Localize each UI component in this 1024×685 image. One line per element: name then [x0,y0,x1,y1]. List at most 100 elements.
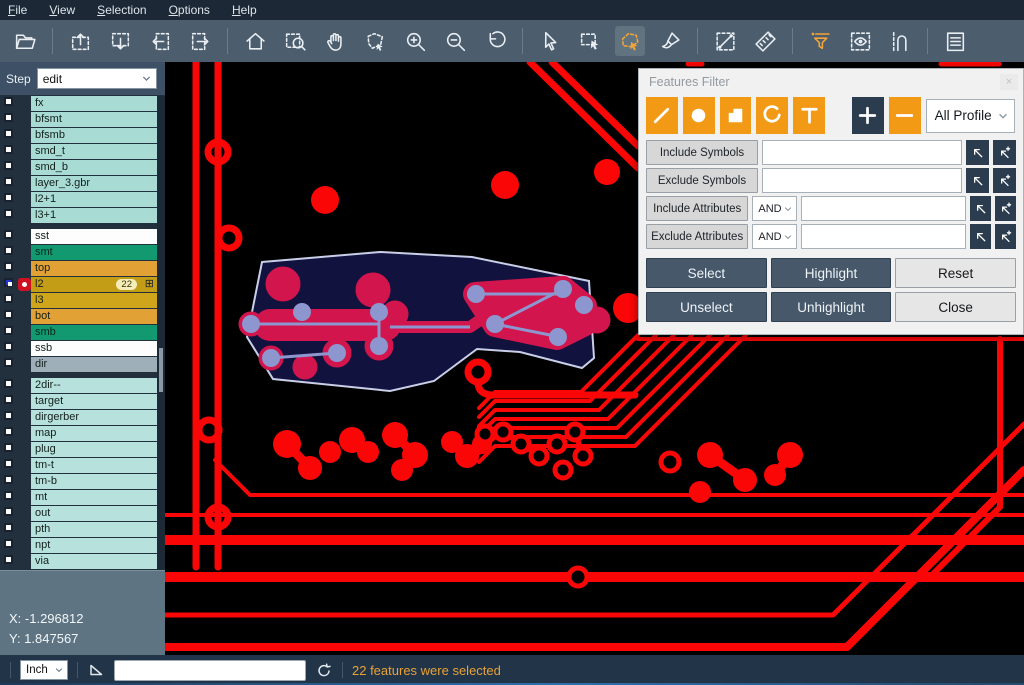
layer-name[interactable]: smb [31,325,157,340]
menu-view[interactable]: View [49,3,75,17]
layer-visibility-checkbox[interactable] [4,555,13,564]
scroll-right-icon[interactable] [185,26,215,56]
text-filter-button[interactable] [793,97,825,134]
layer-row-l2+1[interactable]: l2+1 [0,192,157,207]
layer-row-target[interactable]: target [0,394,157,409]
layer-visibility-checkbox[interactable] [4,326,13,335]
layer-scrollbar[interactable] [157,96,165,570]
layer-name[interactable]: top [31,261,157,276]
layer-visibility-checkbox[interactable] [4,523,13,532]
layer-name[interactable]: l222⊞ [31,277,157,292]
open-folder-icon[interactable] [10,26,40,56]
layer-row-mt[interactable]: mt [0,490,157,505]
layer-visibility-checkbox[interactable] [4,443,13,452]
unhighlight-button[interactable]: Unhighlight [771,292,892,322]
layer-row-smd_b[interactable]: smd_b [0,160,157,175]
scrollbar-thumb[interactable] [159,348,163,392]
zoom-polygon-icon[interactable] [360,26,390,56]
zoom-in-icon[interactable] [400,26,430,56]
display-options-icon[interactable] [845,26,875,56]
unselect-button[interactable]: Unselect [646,292,767,322]
dialog-titlebar[interactable]: Features Filter × [639,69,1023,95]
layer-visibility-checkbox[interactable] [4,310,13,319]
layers-table-icon[interactable] [940,26,970,56]
exclude-attributes-button[interactable]: Exclude Attributes [646,224,748,249]
select-rectangle-icon[interactable] [575,26,605,56]
add-filter-button[interactable] [852,97,884,134]
menu-options[interactable]: Options [169,3,210,17]
layer-row-out[interactable]: out [0,506,157,521]
exclude-attributes-pick-add-button[interactable] [995,224,1016,249]
features-filter-icon[interactable] [805,26,835,56]
menu-help[interactable]: Help [232,3,257,17]
layer-name[interactable]: layer_3.gbr [31,176,157,191]
snap-corner-icon[interactable] [87,661,105,679]
layer-name[interactable]: tm-b [31,474,157,489]
include-symbols-pick-add-button[interactable] [993,140,1016,165]
zoom-out-icon[interactable] [440,26,470,56]
layer-visibility-checkbox[interactable] [4,278,13,287]
layer-name[interactable]: ssb [31,341,157,356]
layer-visibility-checkbox[interactable] [4,411,13,420]
layer-row-ssb[interactable]: ssb [0,341,157,356]
layer-name[interactable]: smd_b [31,160,157,175]
zoom-window-icon[interactable] [280,26,310,56]
layer-row-bfsmt[interactable]: bfsmt [0,112,157,127]
layer-visibility-checkbox[interactable] [4,395,13,404]
layer-row-tm-t[interactable]: tm-t [0,458,157,473]
layer-visibility-checkbox[interactable] [4,246,13,255]
layer-row-layer_3.gbr[interactable]: layer_3.gbr [0,176,157,191]
include-symbols-pick-button[interactable] [966,140,989,165]
close-button[interactable]: Close [895,292,1016,322]
layer-row-npt[interactable]: npt [0,538,157,553]
profile-selector[interactable]: All Profile [926,99,1015,133]
layer-row-l2[interactable]: l222⊞ [0,277,157,292]
refresh-icon[interactable] [315,661,333,679]
ruler-icon[interactable] [750,26,780,56]
layer-row-top[interactable]: top [0,261,157,276]
layer-row-l3+1[interactable]: l3+1 [0,208,157,223]
select-polygon-icon[interactable] [615,26,645,56]
layer-visibility-checkbox[interactable] [4,539,13,548]
layer-name[interactable]: l3 [31,293,157,308]
layer-row-smd_t[interactable]: smd_t [0,144,157,159]
layer-name[interactable]: via [31,554,157,569]
lines-filter-button[interactable] [646,97,678,134]
exclude-attributes-operator-select[interactable]: AND [752,224,797,249]
exclude-attributes-pick-button[interactable] [970,224,991,249]
command-input[interactable] [114,660,306,681]
menu-file[interactable]: File [8,3,27,17]
layer-name[interactable]: bfsmt [31,112,157,127]
layer-visibility-checkbox[interactable] [4,129,13,138]
mass-modify-brush-icon[interactable] [655,26,685,56]
layer-row-bfsmb[interactable]: bfsmb [0,128,157,143]
layer-visibility-checkbox[interactable] [4,358,13,367]
layer-row-dirgerber[interactable]: dirgerber [0,410,157,425]
surfaces-filter-button[interactable] [720,97,752,134]
highlight-button[interactable]: Highlight [771,258,892,288]
unit-selector[interactable]: Inch [20,660,68,680]
layer-name[interactable]: target [31,394,157,409]
layer-row-tm-b[interactable]: tm-b [0,474,157,489]
include-attributes-operator-select[interactable]: AND [752,196,797,221]
layer-visibility-checkbox[interactable] [4,97,13,106]
include-attributes-button[interactable]: Include Attributes [646,196,748,221]
layer-visibility-checkbox[interactable] [4,507,13,516]
exclude-symbols-button[interactable]: Exclude Symbols [646,168,758,193]
scroll-left-icon[interactable] [145,26,175,56]
net-trace-icon[interactable] [885,26,915,56]
home-view-icon[interactable] [240,26,270,56]
exclude-symbols-pick-button[interactable] [966,168,989,193]
active-layer-indicator[interactable] [18,278,31,291]
layer-visibility-checkbox[interactable] [4,342,13,351]
measure-distance-icon[interactable] [710,26,740,56]
layer-name[interactable]: dir [31,357,157,372]
layer-visibility-checkbox[interactable] [4,113,13,122]
layer-row-smt[interactable]: smt [0,245,157,260]
layer-name[interactable]: mt [31,490,157,505]
layer-name[interactable]: pth [31,522,157,537]
layer-visibility-checkbox[interactable] [4,193,13,202]
exclude-symbols-input[interactable] [762,168,962,193]
include-attributes-pick-add-button[interactable] [995,196,1016,221]
layer-visibility-checkbox[interactable] [4,209,13,218]
